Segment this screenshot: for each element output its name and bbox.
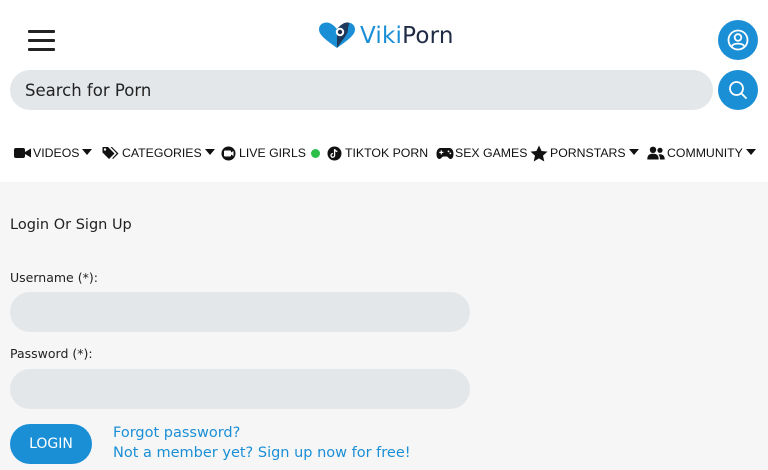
chevron-down-icon [745,148,756,155]
nav-item-pornstars[interactable]: PORNSTARS [530,144,639,162]
nav-item-community[interactable]: COMMUNITY [647,144,756,162]
hamburger-menu-icon[interactable] [28,29,55,52]
nav-label-tiktok-porn: TIKTOK PORN [345,146,429,160]
login-button[interactable]: LOGIN [10,424,92,464]
live-indicator-icon [310,148,320,158]
nav-label-community: COMMUNITY [667,146,743,160]
video-camera-icon [14,148,31,158]
nav-item-sex-games[interactable]: SEX GAMES [436,144,527,162]
tiktok-icon [327,146,342,160]
chevron-down-icon [204,148,215,155]
signup-link[interactable]: Not a member yet? Sign up now for free! [113,445,411,461]
main-nav: VIDEOS CATEGORIES LIVE GIRLS TIKTOK PORN… [14,144,764,162]
password-label: Password (*): [10,346,93,361]
username-field[interactable] [10,292,470,332]
tags-icon [102,147,119,159]
username-label: Username (*): [10,270,98,285]
nav-label-videos: VIDEOS [33,146,80,160]
forgot-password-link[interactable]: Forgot password? [113,425,240,441]
logo-text-part2: Porn [402,23,454,49]
star-icon [530,145,548,161]
chevron-down-icon [628,148,639,155]
heart-logo-icon [319,22,355,48]
site-logo[interactable]: VikiPorn [318,21,454,51]
search-input[interactable] [10,70,713,110]
header: VikiPorn VIDEOS [0,0,768,182]
search-button[interactable] [718,70,758,110]
nav-item-categories[interactable]: CATEGORIES [102,144,215,162]
gamepad-icon [436,147,454,159]
nav-item-live-girls[interactable]: LIVE GIRLS [220,144,320,162]
webcam-icon [221,146,236,160]
password-field[interactable] [10,369,470,409]
chevron-down-icon [82,148,93,155]
nav-item-videos[interactable]: VIDEOS [14,144,93,162]
page-title: Login Or Sign Up [10,217,132,233]
users-icon [647,146,665,160]
search-icon [729,81,747,99]
user-account-icon [727,29,749,51]
nav-label-sex-games: SEX GAMES [455,146,528,160]
logo-text-part1: Viki [360,23,403,49]
nav-item-tiktok-porn[interactable]: TIKTOK PORN [327,144,428,162]
nav-label-categories: CATEGORIES [122,146,202,160]
nav-label-live-girls: LIVE GIRLS [239,146,306,160]
nav-label-pornstars: PORNSTARS [550,146,626,160]
user-account-button[interactable] [718,20,758,60]
